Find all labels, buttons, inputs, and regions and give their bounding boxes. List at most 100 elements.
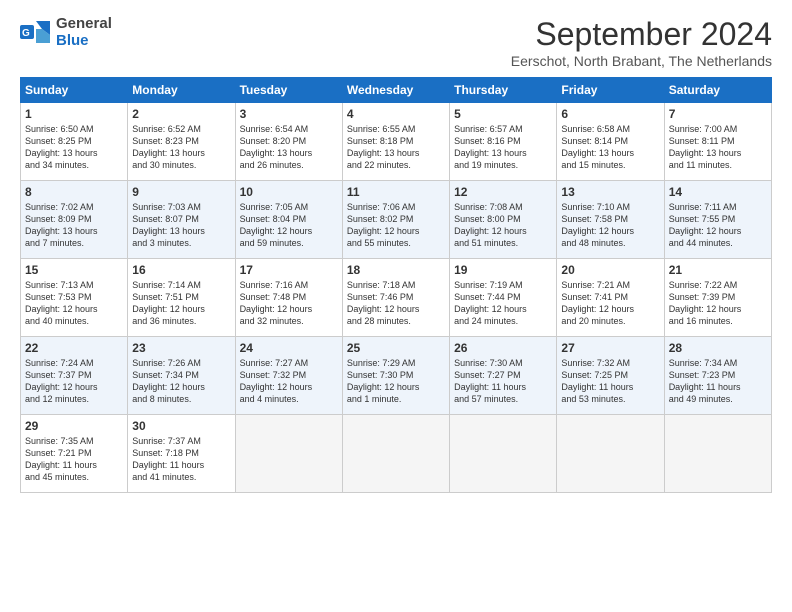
calendar-cell (342, 415, 449, 493)
weekday-header: SundayMondayTuesdayWednesdayThursdayFrid… (21, 78, 772, 103)
cell-details: Sunrise: 7:18 AMSunset: 7:46 PMDaylight:… (347, 279, 445, 328)
day-number: 12 (454, 185, 552, 199)
calendar-cell: 8Sunrise: 7:02 AMSunset: 8:09 PMDaylight… (21, 181, 128, 259)
calendar-cell: 13Sunrise: 7:10 AMSunset: 7:58 PMDayligh… (557, 181, 664, 259)
cell-details: Sunrise: 7:08 AMSunset: 8:00 PMDaylight:… (454, 201, 552, 250)
calendar-cell (664, 415, 771, 493)
day-number: 17 (240, 263, 338, 277)
weekday-header-cell: Sunday (21, 78, 128, 103)
header: G General Blue September 2024 Eerschot, … (20, 16, 772, 69)
cell-details: Sunrise: 7:11 AMSunset: 7:55 PMDaylight:… (669, 201, 767, 250)
calendar-cell: 19Sunrise: 7:19 AMSunset: 7:44 PMDayligh… (450, 259, 557, 337)
cell-details: Sunrise: 7:14 AMSunset: 7:51 PMDaylight:… (132, 279, 230, 328)
cell-details: Sunrise: 6:57 AMSunset: 8:16 PMDaylight:… (454, 123, 552, 172)
location-title: Eerschot, North Brabant, The Netherlands (511, 53, 772, 69)
cell-details: Sunrise: 7:21 AMSunset: 7:41 PMDaylight:… (561, 279, 659, 328)
calendar-cell: 20 Sunrise: 7:21 AMSunset: 7:41 PMDayligh… (557, 259, 664, 337)
month-title: September 2024 (511, 16, 772, 53)
day-number: 10 (240, 185, 338, 199)
weekday-header-cell: Monday (128, 78, 235, 103)
calendar-body: 1 Sunrise: 6:50 AMSunset: 8:25 PMDaylight… (21, 103, 772, 493)
cell-details: Sunrise: 7:02 AMSunset: 8:09 PMDaylight:… (25, 201, 123, 250)
cell-details: Sunrise: 6:52 AMSunset: 8:23 PMDaylight:… (132, 123, 230, 172)
cell-details: Sunrise: 7:22 AMSunset: 7:39 PMDaylight:… (669, 279, 767, 328)
cell-details: Sunrise: 7:00 AMSunset: 8:11 PMDaylight:… (669, 123, 767, 172)
cell-details: Sunrise: 7:26 AMSunset: 7:34 PMDaylight:… (132, 357, 230, 406)
calendar-cell: 10 Sunrise: 7:05 AMSunset: 8:04 PMDayligh… (235, 181, 342, 259)
logo-general: General (56, 16, 112, 33)
day-number: 20 (561, 263, 659, 277)
calendar-cell: 15 Sunrise: 7:13 AMSunset: 7:53 PMDayligh… (21, 259, 128, 337)
day-number: 4 (347, 107, 445, 121)
calendar-cell: 14Sunrise: 7:11 AMSunset: 7:55 PMDayligh… (664, 181, 771, 259)
logo: G General Blue (20, 16, 112, 49)
page: G General Blue September 2024 Eerschot, … (0, 0, 792, 612)
weekday-header-cell: Tuesday (235, 78, 342, 103)
day-number: 16 (132, 263, 230, 277)
day-number: 5 (454, 107, 552, 121)
svg-text:G: G (22, 28, 30, 39)
calendar-cell: 22 Sunrise: 7:24 AMSunset: 7:37 PMDayligh… (21, 337, 128, 415)
calendar-cell: 11Sunrise: 7:06 AMSunset: 8:02 PMDayligh… (342, 181, 449, 259)
weekday-header-cell: Wednesday (342, 78, 449, 103)
calendar-cell: 29 Sunrise: 7:35 AMSunset: 7:21 PMDayligh… (21, 415, 128, 493)
day-number: 11 (347, 185, 445, 199)
weekday-header-cell: Saturday (664, 78, 771, 103)
day-number: 26 (454, 341, 552, 355)
calendar-cell (557, 415, 664, 493)
calendar-cell: 27Sunrise: 7:32 AMSunset: 7:25 PMDayligh… (557, 337, 664, 415)
cell-details: Sunrise: 7:34 AMSunset: 7:23 PMDaylight:… (669, 357, 767, 406)
calendar-cell: 9Sunrise: 7:03 AMSunset: 8:07 PMDaylight… (128, 181, 235, 259)
weekday-header-cell: Friday (557, 78, 664, 103)
day-number: 22 (25, 341, 123, 355)
day-number: 15 (25, 263, 123, 277)
calendar-cell: 1 Sunrise: 6:50 AMSunset: 8:25 PMDaylight… (21, 103, 128, 181)
day-number: 6 (561, 107, 659, 121)
calendar-week-row: 29 Sunrise: 7:35 AMSunset: 7:21 PMDayligh… (21, 415, 772, 493)
calendar-cell (450, 415, 557, 493)
calendar-cell: 5 Sunrise: 6:57 AMSunset: 8:16 PMDaylight… (450, 103, 557, 181)
calendar-cell (235, 415, 342, 493)
cell-details: Sunrise: 7:35 AMSunset: 7:21 PMDaylight:… (25, 435, 123, 484)
cell-details: Sunrise: 7:05 AMSunset: 8:04 PMDaylight:… (240, 201, 338, 250)
calendar-week-row: 22 Sunrise: 7:24 AMSunset: 7:37 PMDayligh… (21, 337, 772, 415)
calendar-week-row: 1 Sunrise: 6:50 AMSunset: 8:25 PMDaylight… (21, 103, 772, 181)
calendar-cell: 3Sunrise: 6:54 AMSunset: 8:20 PMDaylight… (235, 103, 342, 181)
day-number: 3 (240, 107, 338, 121)
cell-details: Sunrise: 7:13 AMSunset: 7:53 PMDaylight:… (25, 279, 123, 328)
calendar-cell: 7 Sunrise: 7:00 AMSunset: 8:11 PMDaylight… (664, 103, 771, 181)
day-number: 24 (240, 341, 338, 355)
calendar-cell: 6 Sunrise: 6:58 AMSunset: 8:14 PMDaylight… (557, 103, 664, 181)
cell-details: Sunrise: 6:50 AMSunset: 8:25 PMDaylight:… (25, 123, 123, 172)
day-number: 18 (347, 263, 445, 277)
calendar-cell: 4 Sunrise: 6:55 AMSunset: 8:18 PMDaylight… (342, 103, 449, 181)
day-number: 23 (132, 341, 230, 355)
day-number: 9 (132, 185, 230, 199)
cell-details: Sunrise: 7:37 AMSunset: 7:18 PMDaylight:… (132, 435, 230, 484)
calendar-cell: 2Sunrise: 6:52 AMSunset: 8:23 PMDaylight… (128, 103, 235, 181)
cell-details: Sunrise: 7:24 AMSunset: 7:37 PMDaylight:… (25, 357, 123, 406)
logo-blue: Blue (56, 33, 112, 50)
cell-details: Sunrise: 6:58 AMSunset: 8:14 PMDaylight:… (561, 123, 659, 172)
logo-icon: G (20, 19, 52, 47)
calendar-cell: 17 Sunrise: 7:16 AMSunset: 7:48 PMDayligh… (235, 259, 342, 337)
calendar-cell: 25Sunrise: 7:29 AMSunset: 7:30 PMDayligh… (342, 337, 449, 415)
calendar-cell: 18 Sunrise: 7:18 AMSunset: 7:46 PMDayligh… (342, 259, 449, 337)
cell-details: Sunrise: 7:30 AMSunset: 7:27 PMDaylight:… (454, 357, 552, 406)
cell-details: Sunrise: 7:29 AMSunset: 7:30 PMDaylight:… (347, 357, 445, 406)
cell-details: Sunrise: 7:16 AMSunset: 7:48 PMDaylight:… (240, 279, 338, 328)
calendar-cell: 24 Sunrise: 7:27 AMSunset: 7:32 PMDayligh… (235, 337, 342, 415)
calendar-cell: 28Sunrise: 7:34 AMSunset: 7:23 PMDayligh… (664, 337, 771, 415)
title-block: September 2024 Eerschot, North Brabant, … (511, 16, 772, 69)
day-number: 27 (561, 341, 659, 355)
day-number: 29 (25, 419, 123, 433)
day-number: 19 (454, 263, 552, 277)
day-number: 7 (669, 107, 767, 121)
day-number: 30 (132, 419, 230, 433)
calendar-cell: 12 Sunrise: 7:08 AMSunset: 8:00 PMDayligh… (450, 181, 557, 259)
cell-details: Sunrise: 7:27 AMSunset: 7:32 PMDaylight:… (240, 357, 338, 406)
cell-details: Sunrise: 6:55 AMSunset: 8:18 PMDaylight:… (347, 123, 445, 172)
calendar-week-row: 15 Sunrise: 7:13 AMSunset: 7:53 PMDayligh… (21, 259, 772, 337)
weekday-header-cell: Thursday (450, 78, 557, 103)
day-number: 1 (25, 107, 123, 121)
